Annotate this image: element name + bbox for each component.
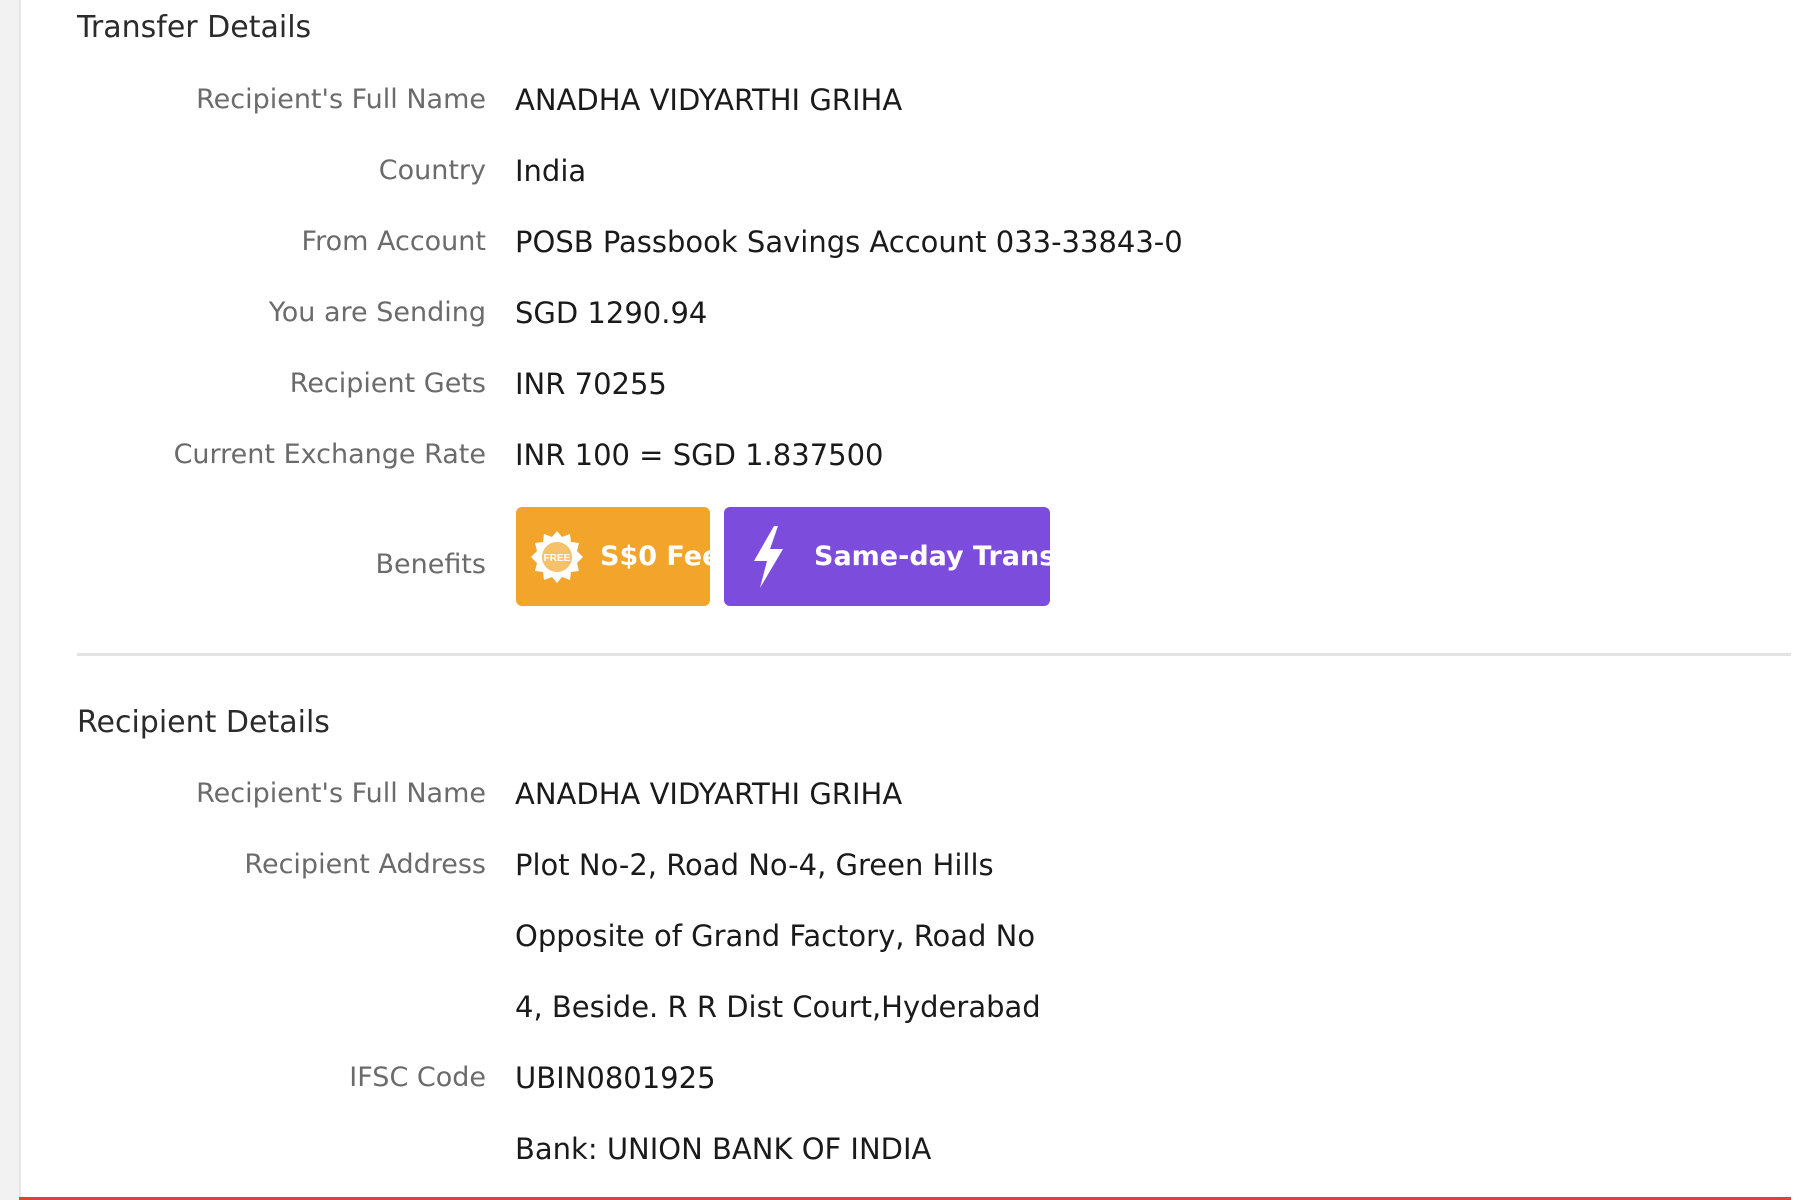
label-from-account: From Account	[301, 226, 487, 257]
transfer-details-title: Transfer Details	[77, 10, 312, 45]
value-address-line-2: Opposite of Grand Factory, Road No	[515, 919, 1036, 953]
value-you-are-sending: SGD 1290.94	[515, 296, 708, 330]
row-recipient-name: Recipient's Full Name ANADHA VIDYARTHI G…	[0, 774, 1800, 824]
row-ifsc-code: IFSC Code UBIN0801925	[0, 1058, 1800, 1108]
label-recipient-name: Recipient's Full Name	[196, 778, 486, 809]
benefit-zero-fee-badge: FREE S$0 Fee	[516, 507, 720, 606]
value-exchange-rate: INR 100 = SGD 1.837500	[515, 438, 884, 472]
benefit-same-day-label: Same-day Transfer	[814, 541, 1099, 572]
value-address-line-3: 4, Beside. R R Dist Court,Hyderabad	[515, 990, 1041, 1024]
section-divider	[77, 653, 1791, 656]
label-recipient-address: Recipient Address	[244, 849, 486, 880]
value-recipient-gets: INR 70255	[515, 367, 667, 401]
row-address-line-2: Opposite of Grand Factory, Road No	[0, 916, 1800, 966]
row-exchange-rate: Current Exchange Rate INR 100 = SGD 1.83…	[0, 435, 1800, 485]
value-recipient-name: ANADHA VIDYARTHI GRIHA	[515, 777, 903, 811]
value-bank-name: Bank: UNION BANK OF INDIA	[515, 1132, 932, 1166]
transfer-review-page: Transfer Details Recipient's Full Name A…	[0, 0, 1800, 1200]
label-recipient-gets: Recipient Gets	[289, 368, 486, 399]
label-recipient-full-name: Recipient's Full Name	[196, 84, 486, 115]
free-badge-icon: FREE	[531, 530, 583, 583]
row-address-line-3: 4, Beside. R R Dist Court,Hyderabad	[0, 987, 1800, 1037]
row-you-are-sending: You are Sending SGD 1290.94	[0, 293, 1800, 343]
label-country: Country	[378, 155, 486, 186]
label-you-are-sending: You are Sending	[268, 297, 486, 328]
lightning-bolt-icon	[754, 525, 783, 588]
benefit-same-day-badge: Same-day Transfer	[724, 507, 1099, 606]
row-country: Country India	[0, 151, 1800, 201]
value-from-account: POSB Passbook Savings Account 033-33843-…	[515, 225, 1183, 259]
value-address-line-1: Plot No-2, Road No-4, Green Hills	[515, 848, 994, 882]
row-recipient-gets: Recipient Gets INR 70255	[0, 364, 1800, 414]
row-from-account: From Account POSB Passbook Savings Accou…	[0, 222, 1800, 272]
label-ifsc-code: IFSC Code	[349, 1062, 486, 1093]
value-ifsc-code: UBIN0801925	[515, 1061, 716, 1095]
recipient-details-title: Recipient Details	[77, 705, 330, 740]
benefit-zero-fee-label: S$0 Fee	[600, 541, 721, 572]
value-recipient-full-name: ANADHA VIDYARTHI GRIHA	[515, 83, 903, 117]
label-benefits: Benefits	[375, 549, 486, 580]
value-country: India	[515, 154, 587, 188]
free-badge-text: FREE	[544, 553, 571, 564]
row-recipient-full-name: Recipient's Full Name ANADHA VIDYARTHI G…	[0, 80, 1800, 130]
label-exchange-rate: Current Exchange Rate	[173, 439, 486, 470]
row-bank-name: Bank: UNION BANK OF INDIA	[0, 1129, 1800, 1179]
row-recipient-address: Recipient Address Plot No-2, Road No-4, …	[0, 845, 1800, 895]
